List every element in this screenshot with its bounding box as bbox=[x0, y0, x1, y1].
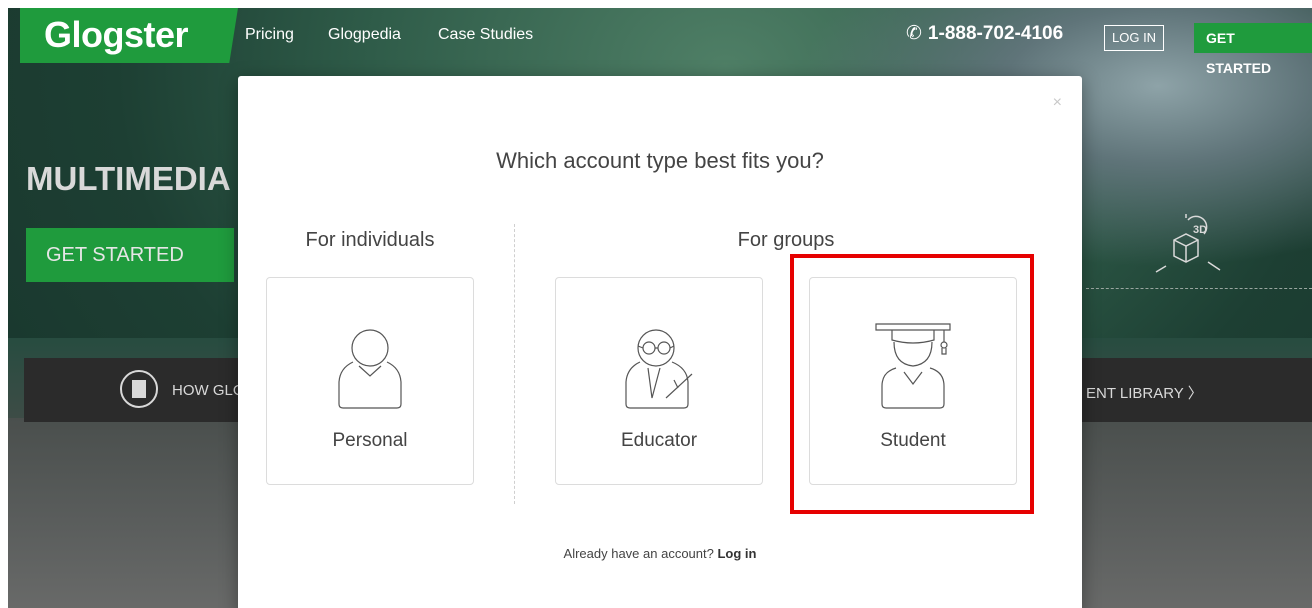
hero-headline: MULTIMEDIA bbox=[26, 160, 231, 197]
person-icon bbox=[338, 329, 402, 409]
individuals-heading: For individuals bbox=[305, 229, 435, 251]
account-type-modal: × Which account type best fits you? For … bbox=[238, 76, 1082, 608]
hero-dashed-line bbox=[1086, 288, 1312, 289]
nav-link-glogpedia[interactable]: Glogpedia bbox=[328, 26, 401, 44]
student-label: Student bbox=[880, 430, 946, 451]
phone-icon: ✆ bbox=[906, 23, 922, 44]
educator-label: Educator bbox=[620, 430, 698, 451]
personal-label: Personal bbox=[332, 430, 408, 451]
groups-heading: For groups bbox=[737, 229, 835, 251]
student-icon bbox=[875, 323, 951, 409]
how-glogster-link[interactable]: HOW GLO bbox=[172, 382, 245, 399]
get-started-nav-button[interactable]: GET STARTED bbox=[1194, 23, 1312, 76]
login-button[interactable]: LOG IN bbox=[1104, 25, 1165, 51]
login-prompt-text: Already have an account? bbox=[563, 546, 718, 561]
nav-link-case-studies[interactable]: Case Studies bbox=[438, 26, 533, 44]
modal-title: Which account type best fits you? bbox=[496, 148, 824, 173]
phone-number[interactable]: ✆ 1-888-702-4106 bbox=[906, 22, 1063, 45]
educator-icon bbox=[625, 329, 693, 409]
top-navigation: Glogster Pricing Glogpedia Case Studies … bbox=[8, 8, 1312, 76]
3d-icon: 3D bbox=[1155, 214, 1221, 273]
login-link[interactable]: Log in bbox=[717, 546, 756, 561]
content-library-link[interactable]: ENT LIBRARY 〉 bbox=[1086, 382, 1203, 403]
svg-text:3D: 3D bbox=[1193, 224, 1207, 236]
glogster-logo[interactable]: Glogster bbox=[20, 8, 238, 63]
glog-icon bbox=[120, 370, 158, 408]
educator-card[interactable]: Educator bbox=[555, 277, 763, 485]
phone-number-text: 1-888-702-4106 bbox=[927, 23, 1064, 44]
login-prompt: Already have an account? Log in bbox=[238, 546, 1082, 561]
personal-card[interactable]: Personal bbox=[266, 277, 474, 485]
close-icon[interactable]: × bbox=[1053, 94, 1062, 112]
get-started-hero-button[interactable]: GET STARTED bbox=[26, 228, 234, 282]
student-card[interactable]: Student bbox=[809, 277, 1017, 485]
column-divider bbox=[514, 224, 515, 504]
nav-link-pricing[interactable]: Pricing bbox=[245, 26, 294, 44]
